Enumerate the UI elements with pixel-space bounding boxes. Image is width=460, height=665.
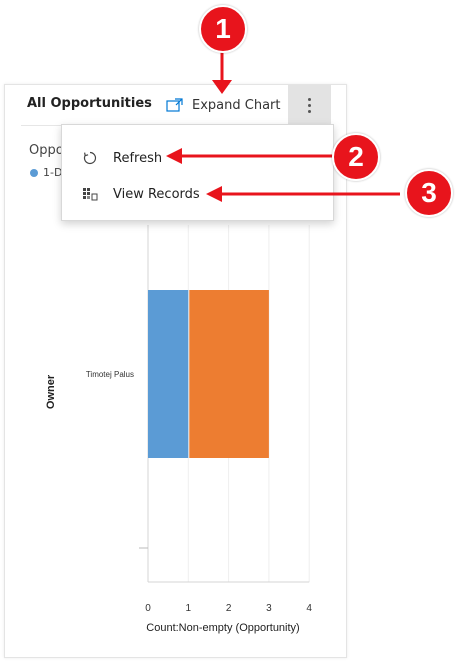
x-tick-label: 1: [186, 603, 192, 614]
menu-item-label: View Records: [113, 186, 200, 202]
refresh-icon: [80, 148, 100, 168]
bar-segment: [189, 290, 269, 458]
x-tick-label: 4: [306, 603, 312, 614]
y-axis-label: Owner: [45, 374, 57, 409]
bar-segment: [148, 290, 189, 458]
menu-item-refresh[interactable]: Refresh: [62, 142, 333, 174]
x-tick-label: 3: [266, 603, 272, 614]
x-axis-label: Count:Non-empty (Opportunity): [146, 622, 299, 634]
grid-records-icon: [80, 184, 100, 204]
category-label: Timotej Palus: [86, 370, 134, 379]
x-tick-label: 0: [145, 603, 151, 614]
annotation-badge-1: 1: [199, 5, 247, 53]
annotation-badge-3: 3: [405, 169, 453, 217]
menu-item-label: Refresh: [113, 150, 163, 166]
menu-item-view-records[interactable]: View Records: [62, 178, 333, 210]
annotation-badge-2: 2: [332, 133, 380, 181]
more-options-menu: Refresh View Records: [61, 124, 334, 221]
x-tick-label: 2: [226, 603, 232, 614]
